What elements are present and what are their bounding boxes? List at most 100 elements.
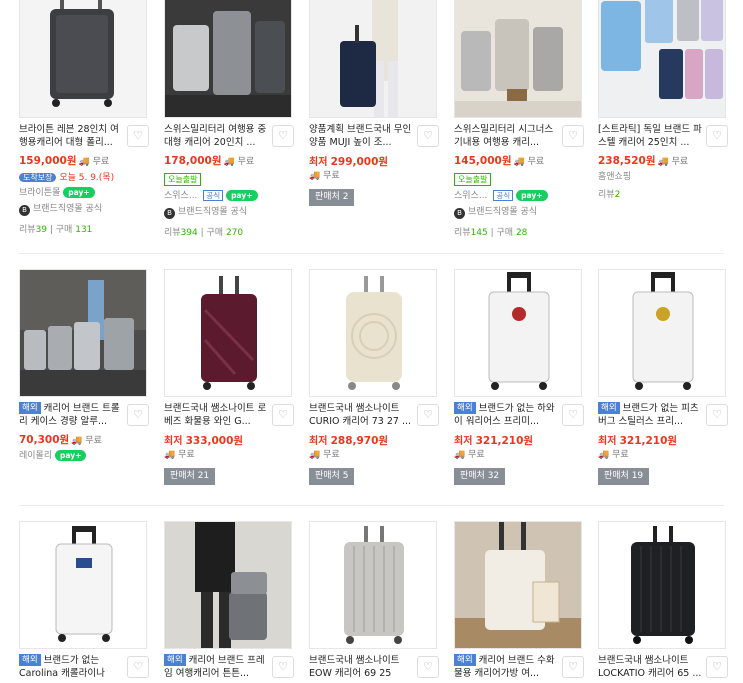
product-card[interactable]: 브랜드국내 쌤소나이트 CURIO 캐리어 73 27 ... ♡ 최저 288… — [309, 269, 439, 485]
seller[interactable]: 레이몰리 pay+ — [19, 450, 149, 462]
min-price-label: 최저 — [598, 436, 617, 447]
heart-icon[interactable]: ♡ — [272, 404, 294, 426]
heart-icon[interactable]: ♡ — [127, 404, 149, 426]
seller[interactable]: 스위스... 공식 pay+ — [164, 190, 294, 202]
product-card[interactable]: 양품계획 브랜드국내 무인양품 MUJI 높이 조... ♡ 최저 299,00… — [309, 0, 439, 206]
product-card[interactable]: 해외 브랜드가 없는 피츠버그 스틸러스 프리... ♡ 최저 321,210원 … — [598, 269, 728, 485]
product-title[interactable]: 해외 브랜드가 없는 하와이 워리어스 프리미... ♡ — [454, 402, 584, 428]
heart-icon[interactable]: ♡ — [127, 125, 149, 147]
product-title[interactable]: 해외 캐리어 브랜드 프레임 여행캐리어 튼튼... ♡ — [164, 654, 294, 680]
heart-icon[interactable]: ♡ — [706, 656, 728, 678]
heart-icon[interactable]: ♡ — [706, 404, 728, 426]
shipping: 🚚 무료 — [71, 436, 102, 446]
product-image[interactable] — [164, 269, 292, 397]
product-card[interactable]: 해외 캐리어 브랜드 프레임 여행캐리어 튼튼... ♡ — [164, 521, 294, 680]
product-title[interactable]: 해외 브랜드가 없는 피츠버그 스틸러스 프리... ♡ — [598, 402, 728, 428]
product-title[interactable]: 해외 캐리어 브랜드 수화물용 캐리어가방 여... ♡ — [454, 654, 584, 680]
product-title[interactable]: 브랜드국내 쌤소나이트 로베즈 화물용 와인 G... ♡ — [164, 402, 294, 428]
review-count[interactable]: 리뷰394 | 구매 270 — [164, 225, 294, 238]
heart-icon[interactable]: ♡ — [417, 404, 439, 426]
product-image[interactable] — [19, 269, 147, 397]
heart-icon[interactable]: ♡ — [417, 656, 439, 678]
delivery-guarantee: 도착보장 오늘 5. 9.(목) — [19, 170, 149, 183]
truck-icon: 🚚 — [657, 157, 669, 167]
product-image[interactable] — [598, 521, 726, 649]
shipping: 🚚 무료 — [164, 450, 195, 460]
overseas-tag: 해외 — [19, 654, 41, 666]
product-image[interactable] — [164, 521, 292, 649]
row-divider — [19, 505, 724, 506]
product-title[interactable]: 양품계획 브랜드국내 무인양품 MUJI 높이 조... ♡ — [309, 123, 439, 149]
product-image[interactable] — [454, 521, 582, 649]
product-image[interactable] — [164, 0, 292, 118]
product-card[interactable]: [스트라틱] 독일 브랜드 파스텔 캐리어 25인치 ... ♡ 238,520… — [598, 0, 728, 200]
product-title[interactable]: 브랜드국내 쌤소나이트 LOCKATIO 캐리어 65 ... ♡ — [598, 654, 728, 680]
heart-icon[interactable]: ♡ — [562, 656, 584, 678]
sellers-button[interactable]: 판매처 21 — [164, 468, 216, 485]
product-title[interactable]: 스위스밀리터리 여행용 중대형 캐리어 20인치 ... ♡ 💬 — [164, 123, 294, 149]
shipping: 🚚 무료 — [309, 450, 340, 460]
truck-icon: 🚚 — [454, 450, 466, 460]
product-title[interactable]: [스트라틱] 독일 브랜드 파스텔 캐리어 25인치 ... ♡ — [598, 123, 728, 149]
price: 321,210원 — [475, 435, 534, 447]
overseas-tag: 해외 — [454, 402, 476, 414]
product-title[interactable]: 해외 캐리어 브랜드 트롤리 케이스 경량 알루... ♡ — [19, 402, 149, 428]
official-tag: 공식 — [203, 190, 224, 201]
review-count[interactable]: 리뷰145 | 구매 28 — [454, 225, 584, 238]
product-title[interactable]: 스위스밀리터리 시그너스 기내용 여행용 캐리... ♡ 💬 — [454, 123, 584, 149]
product-image[interactable] — [19, 0, 147, 118]
heart-icon[interactable]: ♡ — [706, 125, 728, 147]
price: 145,000원 — [454, 155, 512, 167]
product-card[interactable]: 브랜드국내 쌤소나이트 LOCKATIO 캐리어 65 ... ♡ — [598, 521, 728, 680]
overseas-tag: 해외 — [598, 402, 620, 414]
product-title[interactable]: 브랜드국내 쌤소나이트 CURIO 캐리어 73 27 ... ♡ — [309, 402, 439, 428]
heart-icon[interactable]: ♡ — [562, 125, 584, 147]
product-image[interactable] — [309, 0, 437, 118]
product-image[interactable] — [598, 269, 726, 397]
min-price-label: 최저 — [309, 157, 328, 168]
heart-icon[interactable]: ♡ — [272, 125, 294, 147]
min-price-label: 최저 — [164, 436, 183, 447]
product-card[interactable]: 브랜드국내 쌤소나이트 로베즈 화물용 와인 G... ♡ 최저 333,000… — [164, 269, 294, 485]
row-divider — [19, 253, 724, 254]
heart-icon[interactable]: ♡ — [272, 656, 294, 678]
review-count[interactable]: 리뷰2 — [598, 187, 728, 200]
product-image[interactable] — [309, 269, 437, 397]
shipping: 🚚 무료 — [223, 157, 255, 167]
product-card[interactable]: 해외 캐리어 브랜드 트롤리 케이스 경량 알루... ♡ 70,300원 🚚 무료… — [19, 269, 149, 462]
shipping: 🚚 무료 — [598, 450, 629, 460]
product-image[interactable] — [19, 521, 147, 649]
product-image[interactable] — [309, 521, 437, 649]
product-title[interactable]: 해외브랜드가 없는 Carolina 캐롤라이나 Pant... ♡ — [19, 654, 149, 680]
npay-badge: pay+ — [55, 450, 87, 461]
product-card[interactable]: 해외 브랜드가 없는 하와이 워리어스 프리미... ♡ 최저 321,210원 … — [454, 269, 584, 485]
seller[interactable]: 스위스... 공식 pay+ — [454, 190, 584, 202]
sellers-button[interactable]: 판매처 19 — [598, 468, 650, 485]
seller[interactable]: 브라이튼몰 pay+ — [19, 187, 149, 199]
heart-icon[interactable]: ♡ — [562, 404, 584, 426]
overseas-tag: 해외 — [454, 654, 476, 666]
heart-icon[interactable]: ♡ — [417, 125, 439, 147]
official-store: B 브랜드직영몰 공식 — [454, 206, 584, 219]
seller[interactable]: 홈앤쇼핑 — [598, 171, 728, 183]
shipping: 🚚 무료 — [309, 171, 340, 181]
product-card[interactable]: 해외 캐리어 브랜드 수화물용 캐리어가방 여... ♡ — [454, 521, 584, 680]
official-store: B 브랜드직영몰 공식 — [19, 203, 149, 216]
product-card[interactable]: 해외브랜드가 없는 Carolina 캐롤라이나 Pant... ♡ — [19, 521, 149, 680]
sellers-button[interactable]: 판매처 32 — [454, 468, 506, 485]
product-image[interactable] — [454, 0, 582, 118]
product-card[interactable]: 스위스밀리터리 여행용 중대형 캐리어 20인치 ... ♡ 💬 178,000… — [164, 0, 294, 238]
shipping: 🚚 무료 — [78, 157, 110, 167]
product-card[interactable]: 브랜드국내 쌤소나이트 EOW 캐리어 69 25 EX... ♡ — [309, 521, 439, 680]
truck-icon: 🚚 — [309, 171, 321, 181]
product-title[interactable]: 브라이튼 레븐 28인치 여행용캐리어 대형 폴리... ♡ 💬 — [19, 123, 149, 149]
product-title[interactable]: 브랜드국내 쌤소나이트 EOW 캐리어 69 25 EX... ♡ — [309, 654, 439, 680]
heart-icon[interactable]: ♡ — [127, 656, 149, 678]
product-card[interactable]: 스위스밀리터리 시그너스 기내용 여행용 캐리... ♡ 💬 145,000원🚚… — [454, 0, 584, 238]
sellers-button[interactable]: 판매처 2 — [309, 189, 355, 206]
sellers-button[interactable]: 판매처 5 — [309, 468, 355, 485]
product-image[interactable] — [598, 0, 726, 118]
product-image[interactable] — [454, 269, 582, 397]
product-card[interactable]: 브라이튼 레븐 28인치 여행용캐리어 대형 폴리... ♡ 💬 159,000… — [19, 0, 149, 235]
review-count[interactable]: 리뷰39 | 구매 131 — [19, 222, 149, 235]
